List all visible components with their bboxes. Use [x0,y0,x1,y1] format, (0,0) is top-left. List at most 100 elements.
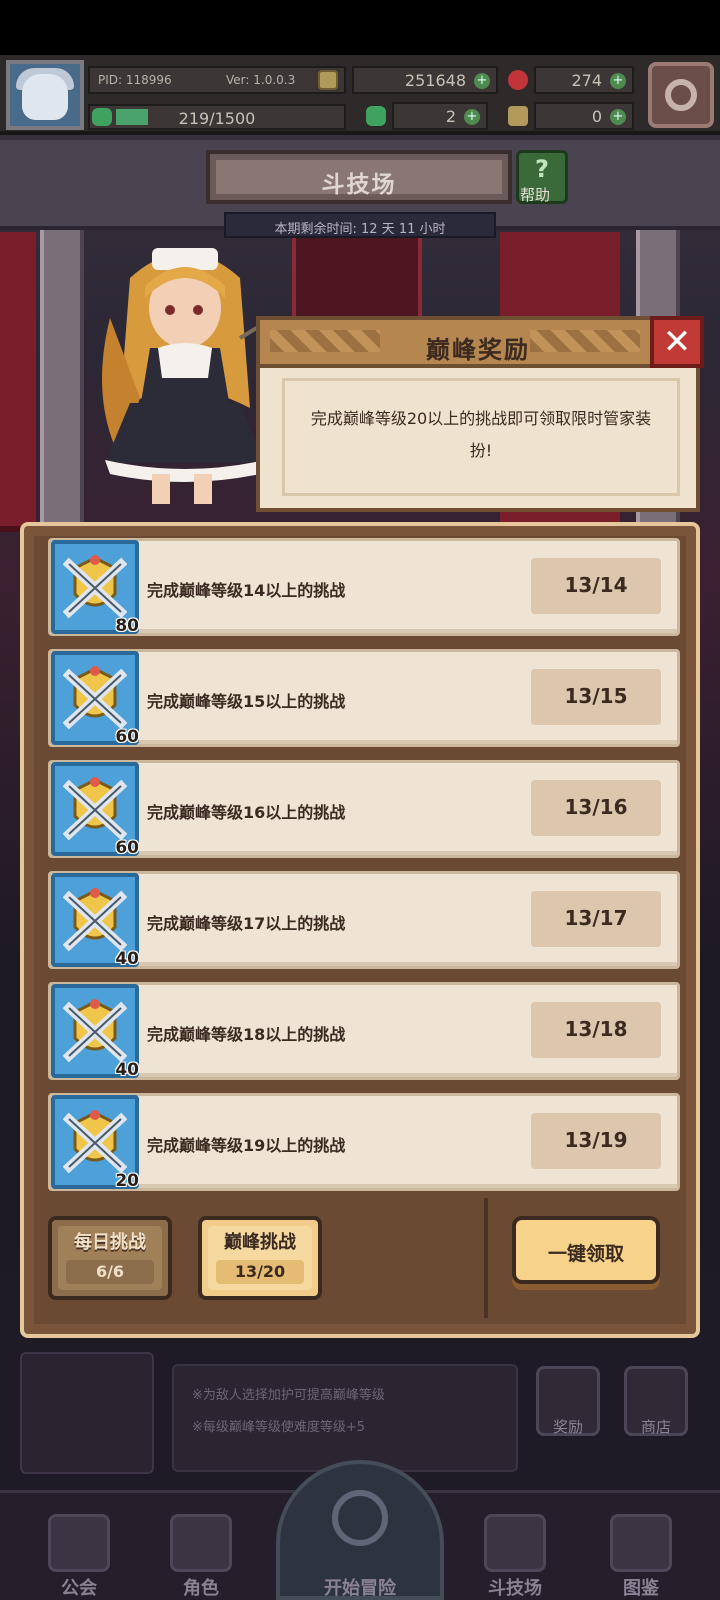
crossed-swords-icon: 20 [51,1095,139,1191]
reward-count: 40 [115,949,139,969]
energy-icon [92,108,112,126]
reward-count: 20 [115,1171,139,1191]
tip-text: ※每级巅峰等级使难度等级+5 [192,1420,366,1435]
energy-value: 219/1500 [178,109,256,128]
tip-text: ※为敌人选择加护可提高巅峰等级 [192,1388,385,1403]
reward-row[interactable]: 40 完成巅峰等级17以上的挑战 13/17 [48,871,680,969]
shop-button[interactable]: 商店 [624,1366,688,1436]
reward-row[interactable]: 80 完成巅峰等级14以上的挑战 13/14 [48,538,680,636]
magnifier-icon [332,1490,388,1546]
thumb-counter: 0 + [534,102,634,130]
gold-counter: 251648 + [352,66,498,94]
reward-row[interactable]: 20 完成巅峰等级19以上的挑战 13/19 [48,1093,680,1191]
reward-progress-text: 13/16 [564,795,628,819]
tab-peak-label: 巅峰挑战 [224,1232,296,1253]
background-curtain [0,232,36,532]
nav-adventure-label: 开始冒险 [324,1578,396,1599]
tab-daily-challenge[interactable]: 每日挑战 6/6 [48,1216,172,1300]
panel-divider [484,1198,488,1318]
reward-progress: 13/17 [531,891,661,947]
ruby-icon [508,70,528,90]
tab-daily-label: 每日挑战 [74,1232,146,1253]
crossed-swords-icon: 60 [51,762,139,858]
avatar-face [22,74,68,120]
reward-progress: 13/15 [531,669,661,725]
gold-value: 251648 [404,71,466,90]
reward-description: 完成巅峰等级17以上的挑战 [147,914,346,933]
nav-character[interactable]: 角色 [146,1500,256,1599]
settings-button[interactable] [648,62,714,128]
crossed-swords-icon: 40 [51,873,139,969]
nav-codex[interactable]: 图鉴 [586,1500,696,1599]
close-button[interactable]: ✕ [650,316,704,368]
arena-title-plate: 斗技场 [206,150,512,204]
nav-arena[interactable]: 斗技场 [460,1500,570,1599]
codex-icon [610,1514,672,1572]
claim-all-label: 一键领取 [547,1243,624,1265]
season-timer-text: 本期剩余时间: 12 天 11 小时 [274,222,446,237]
reward-description: 完成巅峰等级15以上的挑战 [147,692,346,711]
nav-guild[interactable]: 公会 [24,1500,134,1599]
reward-progress-text: 13/18 [564,1017,628,1041]
peak-popup-title: 巅峰奖励 [426,336,530,364]
reward-progress: 13/19 [531,1113,661,1169]
peak-popup-header: 巅峰奖励 [260,320,696,368]
reward-count: 80 [115,616,139,636]
shop-button-label: 商店 [640,1418,671,1436]
tab-peak-challenge[interactable]: 巅峰挑战 13/20 [198,1216,322,1300]
guild-icon [48,1514,110,1572]
background-pillar [40,230,84,560]
peak-popup-description: 完成巅峰等级20以上的挑战即可领取限时管家装扮! [310,409,652,460]
claim-all-button[interactable]: 一键领取 [512,1216,660,1284]
reward-row[interactable]: 60 完成巅峰等级15以上的挑战 13/15 [48,649,680,747]
reward-count: 60 [115,838,139,858]
peak-popup-body: 完成巅峰等级20以上的挑战即可领取限时管家装扮! [282,378,680,496]
nav-guild-label: 公会 [61,1578,97,1599]
reward-progress-text: 13/19 [564,1128,628,1152]
reward-count: 40 [115,1060,139,1080]
reward-progress: 13/16 [531,780,661,836]
reward-button-label: 奖励 [552,1418,583,1436]
add-clover-icon[interactable]: + [464,109,480,125]
question-icon: ? [535,155,549,183]
game-screen: PID: 118996 Ver: 1.0.0.3 251648 + 274 + … [0,0,720,1600]
reward-panel: 80 完成巅峰等级14以上的挑战 13/14 60 完成巅峰等级15以上的挑战 13/15… [20,522,700,1338]
reward-row[interactable]: 60 完成巅峰等级16以上的挑战 13/16 [48,760,680,858]
reward-description: 完成巅峰等级18以上的挑战 [147,1025,346,1044]
nav-arena-label: 斗技场 [488,1578,542,1599]
crossed-swords-icon: 60 [51,651,139,747]
reward-progress: 13/18 [531,1002,661,1058]
nav-codex-label: 图鉴 [623,1578,659,1599]
crossed-swords-icon: 40 [51,984,139,1080]
crossed-swords-icon [484,1514,546,1572]
close-icon: ✕ [662,322,692,362]
thumb-value: 0 [591,107,602,126]
character-icon [170,1514,232,1572]
add-thumb-icon[interactable]: + [610,109,626,125]
tips-panel: ※为敌人选择加护可提高巅峰等级 ※每级巅峰等级使难度等级+5 [172,1364,518,1472]
add-gold-icon[interactable]: + [474,73,490,89]
reward-row[interactable]: 40 完成巅峰等级18以上的挑战 13/18 [48,982,680,1080]
crossed-swords-icon: 80 [51,540,139,636]
clover-icon [366,106,386,126]
gem-counter: 274 + [534,66,634,94]
add-gem-icon[interactable]: + [610,73,626,89]
clover-value: 2 [445,107,456,126]
reward-progress-text: 13/15 [564,684,628,708]
game-version: Ver: 1.0.0.3 [226,73,296,87]
maid-character [102,248,272,504]
season-timer: 本期剩余时间: 12 天 11 小时 [224,212,496,238]
tab-peak-count: 13/20 [216,1260,304,1284]
player-avatar[interactable] [6,60,84,130]
thumbs-up-icon [508,106,528,126]
help-label: 帮助 [520,186,551,204]
gear-icon [665,79,697,111]
reward-progress: 13/14 [531,558,661,614]
reward-button[interactable]: 奖励 [536,1366,600,1436]
player-info-panel: PID: 118996 Ver: 1.0.0.3 [88,66,346,94]
reward-description: 完成巅峰等级19以上的挑战 [147,1136,346,1155]
background-gate [292,232,422,322]
nav-character-label: 角色 [183,1578,219,1599]
reward-count: 60 [115,727,139,747]
reward-progress-text: 13/17 [564,906,628,930]
